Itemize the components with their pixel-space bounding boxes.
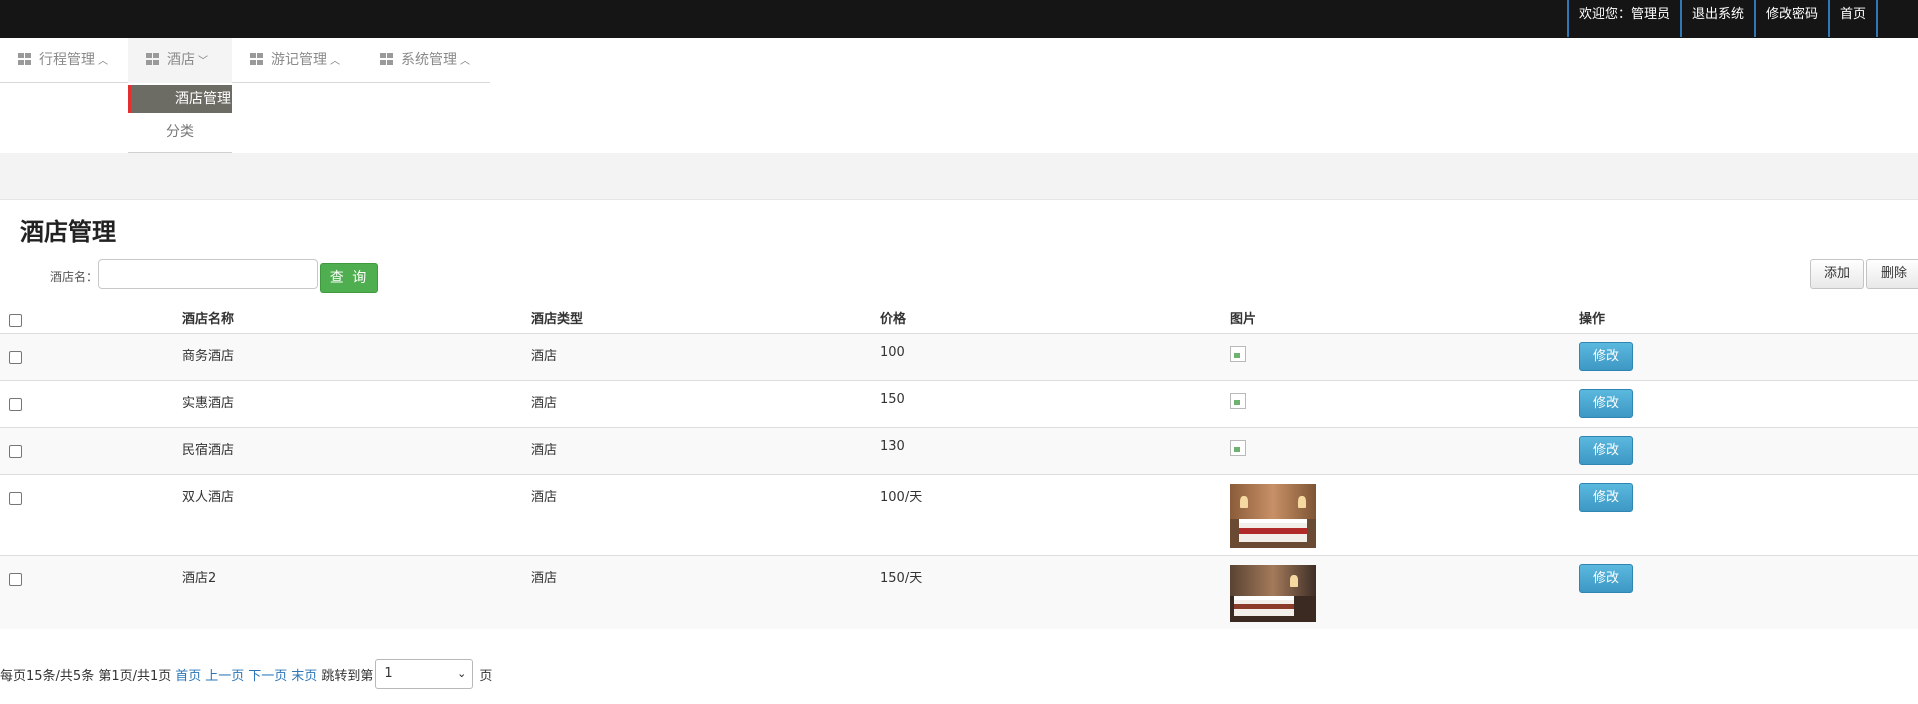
- dropdown-item-category[interactable]: 分类: [128, 119, 232, 145]
- row-checkbox[interactable]: [9, 492, 22, 505]
- broken-image-icon: [1230, 440, 1246, 456]
- page-select-value: 1: [384, 666, 393, 681]
- gray-band: [0, 153, 1918, 200]
- hotel-dropdown: 酒店管理 分类: [128, 83, 232, 153]
- hotel-room-photo: [1230, 484, 1316, 548]
- nav-item-system[interactable]: 系统管理 ︿: [380, 38, 470, 83]
- cell-hotel-type: 酒店: [531, 349, 558, 364]
- hotel-name-search-input[interactable]: [98, 259, 318, 289]
- cell-hotel-type: 酒店: [531, 490, 558, 505]
- edit-button[interactable]: 修改: [1579, 436, 1633, 465]
- header-hotel-type: 酒店类型: [531, 312, 584, 327]
- dropdown-item-hotel-management[interactable]: 酒店管理: [128, 85, 232, 113]
- row-checkbox[interactable]: [9, 398, 22, 411]
- edit-button[interactable]: 修改: [1579, 342, 1633, 371]
- nav-label: 系统管理: [401, 52, 457, 68]
- broken-image-icon: [1230, 346, 1246, 362]
- cell-hotel-name: 实惠酒店: [182, 396, 235, 411]
- cell-price: 150: [880, 392, 905, 407]
- table-header-row: 酒店名称 酒店类型 价格 图片 操作: [0, 300, 1918, 334]
- broken-image-icon: [1230, 393, 1246, 409]
- table-row: 双人酒店 酒店 100/天 修改: [0, 475, 1918, 556]
- next-page-link[interactable]: 下一页: [248, 665, 287, 684]
- header-price: 价格: [880, 312, 907, 327]
- hotel-room-photo: [1230, 565, 1316, 622]
- nav-item-itinerary[interactable]: 行程管理 ︿: [18, 38, 108, 83]
- nav-label: 行程管理: [39, 52, 95, 68]
- search-label: 酒店名：: [50, 270, 99, 284]
- cell-price: 130: [880, 439, 905, 454]
- nav-label: 酒店: [167, 52, 195, 68]
- table-row: 酒店2 酒店 150/天 修改: [0, 556, 1918, 629]
- page-suffix: 页: [479, 668, 493, 684]
- pagination: 每页15条/共5条 第1页/共1页 首页 上一页 下一页 末页 跳转到第 1 ⌄…: [0, 659, 492, 689]
- header-image: 图片: [1230, 312, 1257, 327]
- table-row: 商务酒店 酒店 100 修改: [0, 334, 1918, 381]
- page-select[interactable]: 1 ⌄: [375, 659, 474, 689]
- prev-page-link[interactable]: 上一页: [205, 665, 244, 684]
- welcome-text: 欢迎您：管理员: [1566, 0, 1680, 37]
- logout-link[interactable]: 退出系统: [1679, 0, 1754, 37]
- page-title: 酒店管理: [20, 218, 116, 246]
- top-links: 欢迎您：管理员 退出系统 修改密码 首页: [1566, 0, 1878, 37]
- row-checkbox[interactable]: [9, 351, 22, 364]
- jump-label: 跳转到第: [321, 668, 374, 684]
- grid-icon: [250, 53, 263, 65]
- chevron-up-icon: ︿: [98, 56, 108, 67]
- grid-icon: [146, 53, 159, 65]
- edit-button[interactable]: 修改: [1579, 389, 1633, 418]
- add-button[interactable]: 添加: [1810, 259, 1864, 289]
- query-button[interactable]: 查 询: [320, 263, 378, 293]
- chevron-up-icon: ︿: [460, 56, 470, 67]
- row-checkbox[interactable]: [9, 573, 22, 586]
- last-page-link[interactable]: 末页: [291, 665, 317, 684]
- top-bar: 欢迎您：管理员 退出系统 修改密码 首页: [0, 0, 1918, 38]
- main-nav: 行程管理 ︿ 酒店 ﹀ 游记管理 ︿ 系统管理 ︿: [0, 38, 490, 83]
- grid-icon: [18, 53, 31, 65]
- first-page-link[interactable]: 首页: [175, 665, 201, 684]
- cell-price: 100: [880, 345, 905, 360]
- cell-hotel-type: 酒店: [531, 396, 558, 411]
- cell-hotel-type: 酒店: [531, 443, 558, 458]
- cell-price: 100/天: [880, 490, 923, 505]
- delete-button[interactable]: 删除: [1866, 259, 1918, 289]
- change-password-link[interactable]: 修改密码: [1753, 0, 1828, 37]
- pager-summary: 每页15条/共5条 第1页/共1页: [0, 668, 172, 684]
- edit-button[interactable]: 修改: [1579, 483, 1633, 512]
- cell-price: 150/天: [880, 571, 923, 586]
- cell-hotel-name: 双人酒店: [182, 490, 235, 505]
- nav-label: 游记管理: [271, 52, 327, 68]
- header-hotel-name: 酒店名称: [182, 312, 235, 327]
- row-checkbox[interactable]: [9, 445, 22, 458]
- chevron-down-icon: ﹀: [198, 56, 208, 67]
- table-row: 实惠酒店 酒店 150 修改: [0, 381, 1918, 428]
- cell-hotel-name: 酒店2: [182, 571, 217, 586]
- table-row: 民宿酒店 酒店 130 修改: [0, 428, 1918, 475]
- select-all-checkbox[interactable]: [9, 314, 22, 327]
- cell-hotel-type: 酒店: [531, 571, 558, 586]
- header-action: 操作: [1579, 312, 1606, 327]
- cell-hotel-name: 商务酒店: [182, 349, 235, 364]
- grid-icon: [380, 53, 393, 65]
- nav-item-hotel[interactable]: 酒店 ﹀: [128, 38, 232, 83]
- chevron-up-icon: ︿: [330, 56, 340, 67]
- cell-hotel-name: 民宿酒店: [182, 443, 235, 458]
- chevron-down-icon: ⌄: [457, 667, 467, 680]
- nav-item-travelogue[interactable]: 游记管理 ︿: [250, 38, 340, 83]
- home-link[interactable]: 首页: [1827, 0, 1878, 37]
- edit-button[interactable]: 修改: [1579, 564, 1633, 593]
